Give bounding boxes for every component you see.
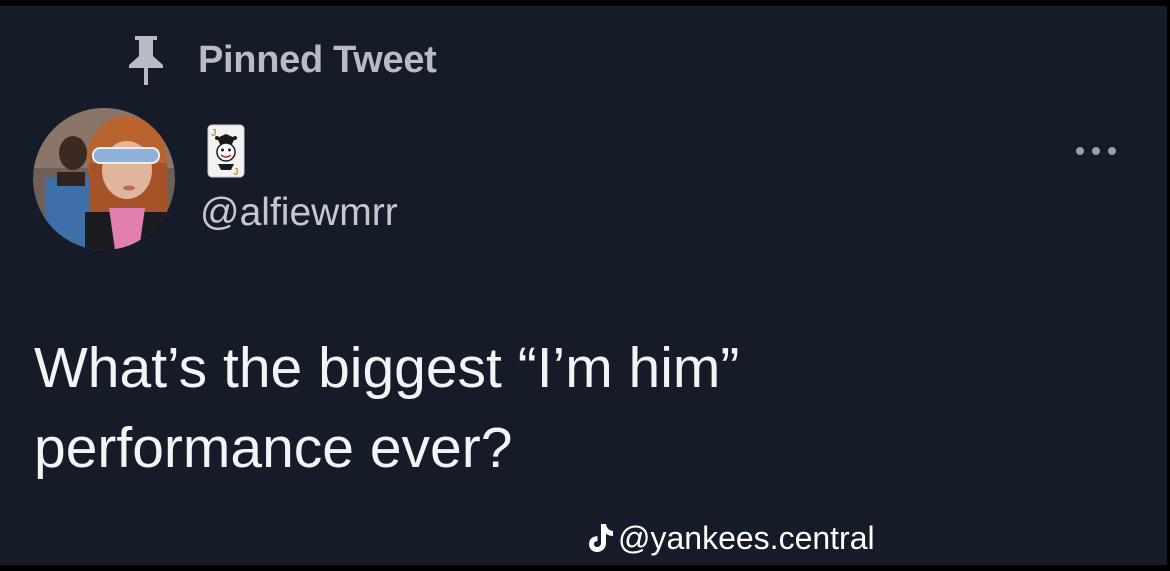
pinned-tweet-label: Pinned Tweet	[198, 39, 437, 81]
screen-frame: Pinned Tweet J J @alfiewmrr What’s the b…	[0, 0, 1170, 571]
avatar-image	[33, 108, 175, 250]
avatar[interactable]	[33, 108, 175, 250]
pinned-tweet-card[interactable]: Pinned Tweet J J @alfiewmrr What’s the b…	[0, 6, 1167, 565]
tweet-text: What’s the biggest “I’m him” performance…	[34, 336, 740, 480]
tiktok-icon	[589, 524, 613, 552]
pin-icon	[129, 36, 163, 85]
more-options-icon[interactable]	[1070, 139, 1122, 163]
svg-text:J: J	[233, 167, 239, 178]
jester-card-emoji-icon: J J	[207, 124, 245, 178]
tiktok-watermark: @yankees.central	[586, 516, 875, 560]
user-handle[interactable]: @alfiewmrr	[200, 191, 398, 235]
watermark-handle: @yankees.central	[618, 519, 875, 556]
